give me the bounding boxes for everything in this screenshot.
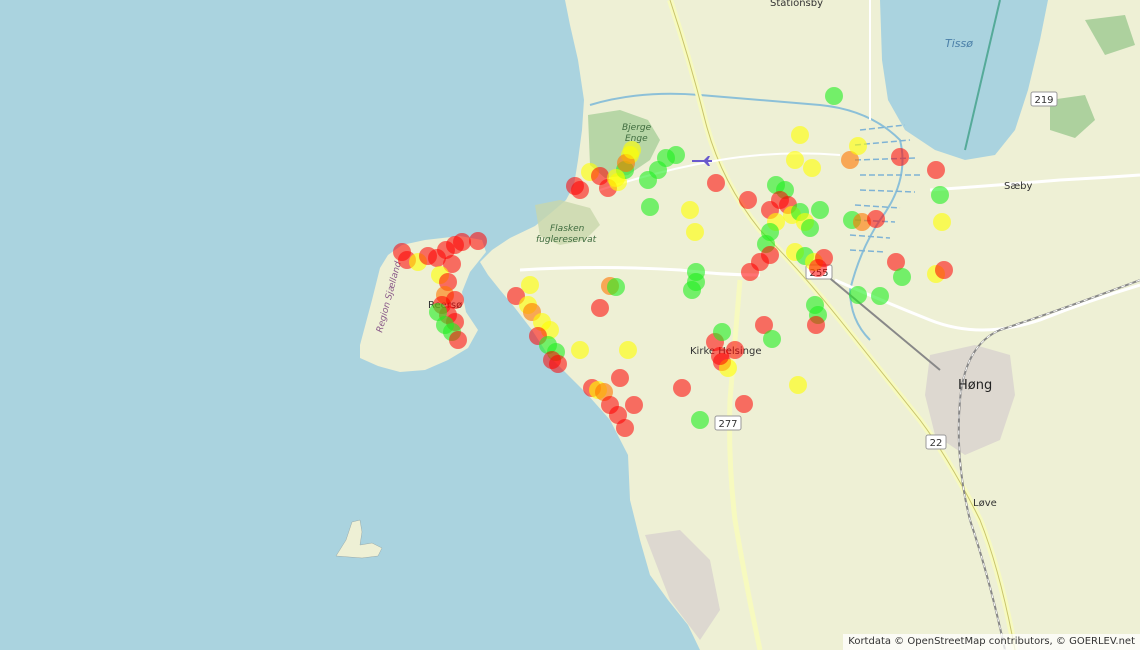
map-marker[interactable] xyxy=(803,159,821,177)
map-marker[interactable] xyxy=(763,330,781,348)
saeby-label: Sæby xyxy=(1004,181,1033,192)
map-marker[interactable] xyxy=(619,341,637,359)
map-marker[interactable] xyxy=(807,316,825,334)
map-marker[interactable] xyxy=(849,286,867,304)
map-marker[interactable] xyxy=(791,126,809,144)
map-marker[interactable] xyxy=(691,411,709,429)
map-marker[interactable] xyxy=(549,355,567,373)
map-marker[interactable] xyxy=(469,232,487,250)
map-marker[interactable] xyxy=(521,276,539,294)
map-marker[interactable] xyxy=(811,201,829,219)
map-marker[interactable] xyxy=(639,171,657,189)
map-marker[interactable] xyxy=(761,246,779,264)
shield-22: 22 xyxy=(930,438,943,449)
map-marker[interactable] xyxy=(449,331,467,349)
map-marker[interactable] xyxy=(657,149,675,167)
map-marker[interactable] xyxy=(871,287,889,305)
map-marker[interactable] xyxy=(607,169,625,187)
map-marker[interactable] xyxy=(789,376,807,394)
map-marker[interactable] xyxy=(686,223,704,241)
map-marker[interactable] xyxy=(849,137,867,155)
map-marker[interactable] xyxy=(786,151,804,169)
flasken-label: Flasken xyxy=(550,224,585,234)
map-marker[interactable] xyxy=(453,233,471,251)
map-marker[interactable] xyxy=(673,379,691,397)
map-marker[interactable] xyxy=(571,341,589,359)
map-marker[interactable] xyxy=(801,219,819,237)
map-marker[interactable] xyxy=(607,278,625,296)
tisso-label: Tissø xyxy=(945,37,973,50)
map-marker[interactable] xyxy=(625,396,643,414)
map-view[interactable]: Tissø Stationsby Bjerge Enge Flasken fug… xyxy=(0,0,1140,650)
map-marker[interactable] xyxy=(713,323,731,341)
map-marker[interactable] xyxy=(933,213,951,231)
map-marker[interactable] xyxy=(867,210,885,228)
shield-219: 219 xyxy=(1034,95,1053,106)
map-marker[interactable] xyxy=(927,161,945,179)
map-marker[interactable] xyxy=(707,174,725,192)
map-marker[interactable] xyxy=(623,141,641,159)
map-marker[interactable] xyxy=(611,369,629,387)
hong-label: Høng xyxy=(958,378,992,393)
map-canvas[interactable]: Tissø Stationsby Bjerge Enge Flasken fug… xyxy=(0,0,1140,650)
map-marker[interactable] xyxy=(815,249,833,267)
map-marker[interactable] xyxy=(446,291,464,309)
map-marker[interactable] xyxy=(825,87,843,105)
stationsby-label: Stationsby xyxy=(770,0,823,9)
shield-277: 277 xyxy=(718,419,737,430)
map-marker[interactable] xyxy=(641,198,659,216)
map-marker[interactable] xyxy=(931,186,949,204)
fuglereservat-label: fuglereservat xyxy=(536,235,597,245)
love-label: Løve xyxy=(973,498,997,509)
map-marker[interactable] xyxy=(891,148,909,166)
map-marker[interactable] xyxy=(739,191,757,209)
map-marker[interactable] xyxy=(735,395,753,413)
map-marker[interactable] xyxy=(687,273,705,291)
map-marker[interactable] xyxy=(711,347,729,365)
map-marker[interactable] xyxy=(893,268,911,286)
bjerge-label: Bjerge xyxy=(622,123,652,133)
map-marker[interactable] xyxy=(591,299,609,317)
map-marker[interactable] xyxy=(681,201,699,219)
map-marker[interactable] xyxy=(935,261,953,279)
map-marker[interactable] xyxy=(616,419,634,437)
map-attribution[interactable]: Kortdata © OpenStreetMap contributors, ©… xyxy=(843,634,1140,650)
map-marker[interactable] xyxy=(571,181,589,199)
map-marker[interactable] xyxy=(741,263,759,281)
map-marker[interactable] xyxy=(429,303,447,321)
